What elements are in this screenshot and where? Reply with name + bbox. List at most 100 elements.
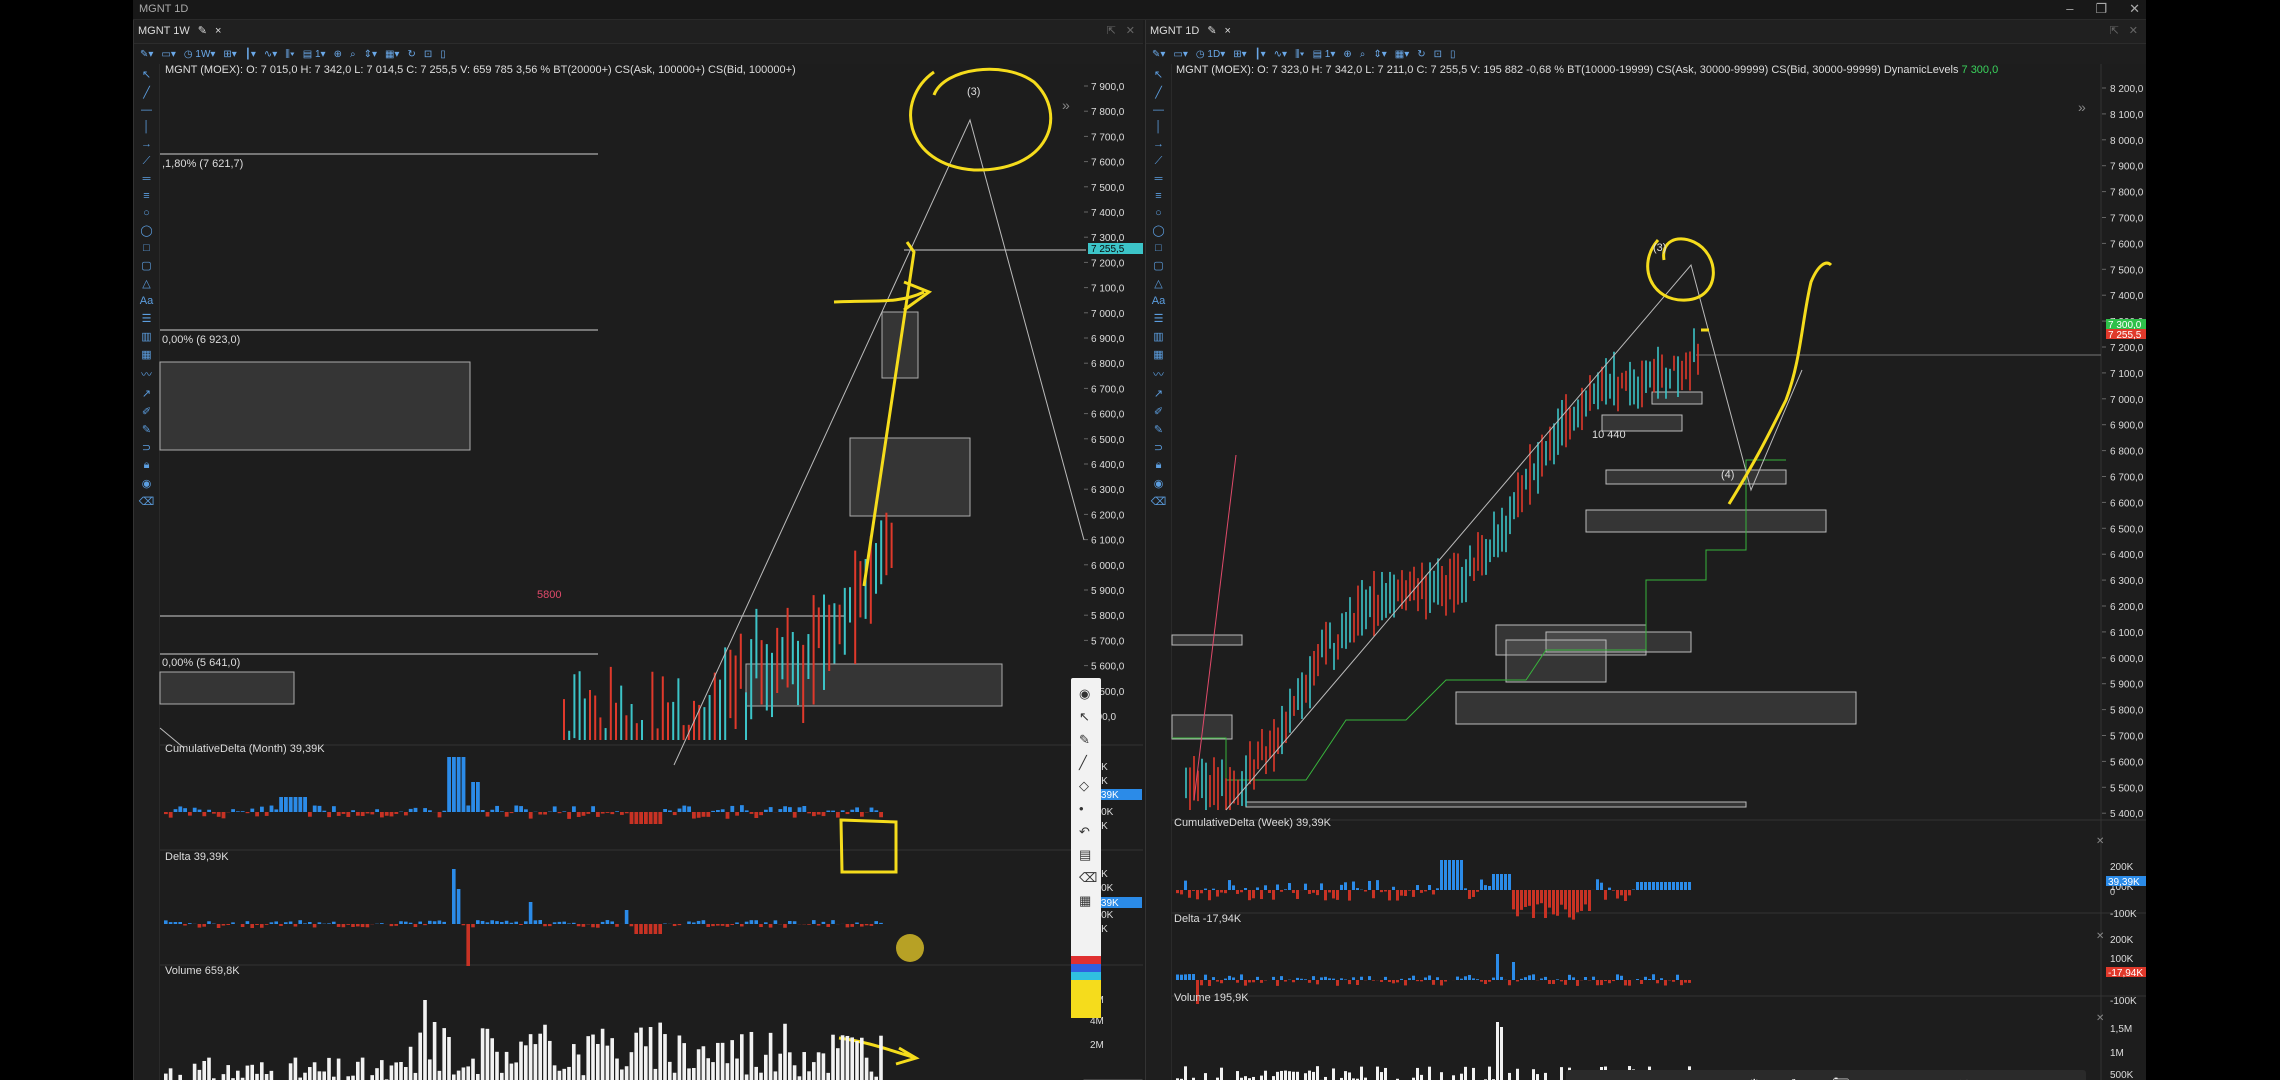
palette-tool-icon[interactable]: ╱: [1078, 754, 1088, 771]
cumdelta-bar: [164, 812, 168, 815]
cumdelta-bar: [1672, 882, 1675, 890]
cumdelta-bar: [317, 805, 322, 812]
price-axis-label: 6 100,0: [1091, 536, 1125, 547]
recording-tool-icon[interactable]: ✎: [1790, 1076, 1802, 1080]
delta-bar: [1300, 978, 1303, 980]
cumdelta-bar: [1240, 890, 1243, 893]
cumdelta-bar: [567, 812, 571, 819]
cumdelta-bar: [1468, 890, 1471, 899]
cumdelta-bar: [389, 812, 394, 817]
volume-bar: [269, 1070, 274, 1080]
fib-label-3: 0,00% (5 641,0): [162, 657, 241, 669]
delta-bar: [1420, 980, 1423, 982]
recording-tool-icon[interactable]: ✕: [1958, 1076, 1970, 1080]
recording-tool-icon[interactable]: ⏸: [1874, 1076, 1881, 1080]
volume-bar: [816, 1052, 821, 1080]
palette-tool-icon[interactable]: ▦: [1079, 893, 1091, 908]
delta-bar: [1608, 980, 1611, 984]
delta-bar: [1584, 977, 1587, 980]
palette-color-swatch[interactable]: [1071, 956, 1101, 964]
volume-bar: [648, 1027, 653, 1080]
palette-tool-icon[interactable]: ↖: [1079, 709, 1090, 724]
minimize-icon[interactable]: –: [2066, 1, 2073, 17]
cumdelta-bar: [1572, 890, 1575, 920]
volume-bar: [610, 1038, 614, 1080]
cumdelta-bar: [1412, 890, 1415, 897]
delta-bar: [423, 924, 427, 926]
palette-tool-icon[interactable]: ◉: [1079, 686, 1090, 701]
volume-bar: [1332, 1068, 1335, 1080]
palette-tool-icon[interactable]: ◇: [1079, 778, 1089, 793]
delta-bar: [380, 923, 384, 924]
cumdelta-bar: [1532, 890, 1535, 919]
delta-bar: [1472, 978, 1475, 980]
volume-bar: [1184, 1066, 1187, 1080]
delta-bar: [188, 923, 192, 924]
palette-color-swatch[interactable]: [1071, 980, 1101, 1018]
volume-bar: [1376, 1066, 1379, 1080]
left-chart-pane: MGNT 1W ✎ × ⇱ ✕ ✎▾ ▭▾ ◷ 1W▾ ⊞▾ ┃▾ ∿▾ ⫼▾ ▤…: [133, 20, 1143, 1080]
cumdelta-bar: [404, 812, 408, 816]
delta-bar: [1356, 980, 1359, 986]
delta-bar: [754, 920, 758, 924]
cumdelta-bar: [552, 806, 557, 812]
cumdelta-bar: [730, 805, 735, 812]
volume-bar: [351, 1075, 355, 1080]
delta-bar: [1180, 974, 1183, 980]
cumdelta-bar: [624, 812, 629, 814]
cumdelta-bar: [1200, 890, 1203, 894]
delta-bar: [519, 924, 523, 926]
cumdelta-bar: [1660, 882, 1663, 890]
palette-tool-icon[interactable]: ⌫: [1079, 870, 1097, 885]
cumdelta-bar: [461, 757, 466, 812]
recording-tool-icon[interactable]: ⏺: [1706, 1076, 1713, 1080]
cumdelta-bar: [428, 810, 432, 812]
palette-tool-icon[interactable]: ↶: [1079, 824, 1090, 839]
palette-tool-icon[interactable]: ▤: [1079, 847, 1091, 862]
delta-bar: [677, 924, 682, 926]
cumdelta-bar: [250, 808, 255, 812]
volume-bar: [317, 1071, 322, 1080]
delta-bar: [1272, 976, 1275, 980]
palette-color-swatch[interactable]: [1071, 972, 1101, 980]
palette-tool-icon[interactable]: •: [1079, 801, 1084, 816]
delta-bar: [1640, 980, 1643, 985]
delta-bar: [687, 921, 691, 924]
delta-bar: [164, 920, 168, 924]
cumdelta-bar: [543, 812, 547, 815]
volume-bar: [591, 1034, 595, 1080]
right-chart-canvas[interactable]: 8 200,0 8 100,0 8 000,0 7 900,0 7 800,0 7 700…: [1146, 20, 2146, 1080]
cumdelta-bar: [1352, 881, 1355, 890]
price-axis-label: 5 700,0: [2110, 732, 2144, 743]
palette-color-swatch[interactable]: [1071, 964, 1101, 972]
cumdelta-bar: [586, 812, 591, 814]
delta-bar: [1216, 980, 1219, 982]
indicator-axis-label: 100K: [2110, 954, 2134, 965]
delta-bar: [596, 924, 600, 928]
left-chart-canvas[interactable]: 7 900,0 7 800,0 7 700,0 7 600,0 7 500,0 7 400…: [134, 20, 1143, 1080]
delta-bar: [1200, 980, 1203, 986]
cumdelta-bar: [1264, 885, 1267, 890]
recording-tool-icon[interactable]: ▭: [1916, 1076, 1929, 1080]
volume-bar: [308, 1067, 312, 1080]
title-bar: MGNT 1D – ❐ ✕: [133, 0, 2146, 20]
volume-bar: [1488, 1066, 1491, 1080]
cumdelta-bar: [644, 812, 648, 824]
recording-tool-icon[interactable]: ⚙: [1748, 1076, 1761, 1080]
cumdelta-bar: [1552, 890, 1555, 915]
volume-bar: [543, 1024, 547, 1080]
delta-bar: [1352, 977, 1355, 980]
volume-bar: [615, 1058, 619, 1080]
delta-bar: [221, 924, 226, 926]
volume-zone: [1455, 691, 1857, 725]
delta-bar: [807, 924, 811, 925]
cumdelta-bar: [1188, 890, 1191, 898]
volume-bar: [288, 1063, 293, 1080]
recording-tool-icon[interactable]: 📷︎: [1832, 1076, 1850, 1080]
volume-bar: [783, 1023, 787, 1080]
volume-bar: [1516, 1068, 1519, 1080]
volume-bar: [519, 1041, 523, 1080]
restore-icon[interactable]: ❐: [2095, 1, 2107, 17]
close-icon[interactable]: ✕: [2129, 1, 2140, 17]
palette-tool-icon[interactable]: ✎: [1079, 732, 1090, 747]
